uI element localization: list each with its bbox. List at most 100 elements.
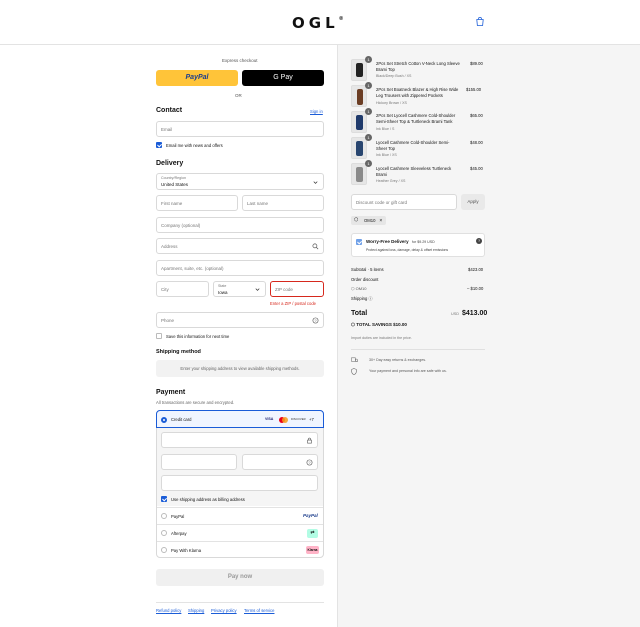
checkout-form: Express checkout PayPal G Pay OR Contact… (0, 45, 337, 627)
remove-tag-icon[interactable]: × (379, 218, 382, 224)
first-name-field[interactable]: First name (156, 195, 238, 211)
worry-free-price: for $9.29 USD (412, 239, 435, 244)
express-checkout-label: Express checkout (222, 58, 258, 63)
afterpay-icon: ⇄ (307, 528, 318, 538)
visa-icon: VISA (265, 416, 274, 421)
lock-icon (307, 437, 312, 444)
help-icon[interactable]: ? (312, 317, 319, 324)
discount-code-label: ⬡ OM10 (351, 286, 367, 291)
klarna-option[interactable]: Pay With Klarna Klarna (157, 541, 323, 558)
email-news-label: Email me with news and offers (166, 143, 223, 148)
product-thumbnail (351, 137, 367, 159)
zip-error-text: Enter a ZIP / postal code (270, 301, 317, 306)
apply-button[interactable]: Apply (461, 194, 485, 210)
address-field[interactable]: Address (156, 238, 324, 254)
item-price: $89.00 (470, 61, 483, 66)
order-discount-label: Order discount (351, 277, 379, 282)
item-variant: Heather Grey / XS (376, 179, 406, 183)
sign-in-link[interactable]: Sign in (310, 109, 323, 114)
klarna-radio[interactable] (161, 547, 167, 553)
billing-same-checkbox[interactable] (161, 496, 167, 502)
paypal-radio[interactable] (161, 513, 167, 519)
refund-policy-link[interactable]: Refund policy (156, 608, 181, 613)
company-field[interactable]: Company (optional) (156, 217, 324, 233)
discount-code-field[interactable]: Discount code or gift card (351, 194, 457, 210)
payment-subtitle: All transactions are secure and encrypte… (156, 400, 235, 405)
item-name: Lyocell Cashmere Sleeveless Turtleneck B… (376, 166, 452, 177)
product-thumbnail (351, 85, 367, 107)
delivery-heading: Delivery (156, 160, 184, 167)
product-thumbnail (351, 163, 367, 185)
item-variant: Ink Blue / S (376, 127, 395, 131)
footer-divider (156, 602, 324, 603)
help-icon[interactable]: ? (306, 459, 313, 466)
apartment-field[interactable]: Apartment, suite, etc. (optional) (156, 260, 324, 276)
card-number-field[interactable] (161, 432, 318, 448)
truck-icon (351, 357, 358, 362)
quantity-badge: 1 (365, 134, 372, 141)
brand-logo[interactable]: OGL® (292, 14, 344, 32)
tag-icon: ⬡ (354, 217, 359, 223)
info-icon[interactable]: ? (476, 238, 482, 244)
total-label: Total (351, 310, 368, 317)
shipping-label: Shipping ⓘ (351, 296, 373, 301)
or-divider: OR (235, 93, 242, 98)
save-info-checkbox[interactable] (156, 333, 162, 339)
item-price: $155.00 (466, 87, 482, 92)
item-price: $48.00 (470, 140, 483, 145)
item-variant: Ink Blue / XS (376, 153, 397, 157)
currency-label: USD (451, 312, 460, 316)
zip-field[interactable]: ZIP code (270, 281, 324, 297)
item-variant: Black/Deep Bush / XS (376, 74, 412, 78)
expiry-field[interactable] (161, 454, 237, 470)
save-info-label: Save this information for next time (166, 334, 230, 339)
security-code-field[interactable]: ? (242, 454, 318, 470)
quantity-badge: 1 (365, 56, 372, 63)
credit-card-label: Credit card (171, 417, 192, 422)
city-field[interactable]: City (156, 281, 209, 297)
name-on-card-field[interactable] (161, 475, 318, 491)
item-price: $45.00 (470, 166, 483, 171)
shipping-policy-link[interactable]: Shipping (188, 608, 204, 613)
paypal-logo: PayPal (303, 513, 318, 518)
klarna-logo: Klarna (306, 546, 319, 554)
afterpay-option[interactable]: Afterpay ⇄ (157, 524, 323, 541)
email-field[interactable]: Email (156, 121, 324, 137)
google-pay-button[interactable]: G Pay (242, 70, 324, 86)
mastercard-icon (279, 416, 288, 423)
pay-now-button[interactable]: Pay now (156, 569, 324, 586)
worry-free-delivery-card: Worry-Free Delivery for $9.29 USD Protec… (351, 233, 485, 257)
payment-heading: Payment (156, 389, 186, 396)
bag-icon[interactable] (476, 17, 484, 26)
paypal-express-button[interactable]: PayPal (156, 70, 238, 86)
phone-field[interactable]: Phone ? (156, 312, 324, 328)
shipping-method-heading: Shipping method (156, 349, 201, 355)
email-news-checkbox[interactable] (156, 142, 162, 148)
state-select[interactable]: State Iowa (213, 281, 266, 297)
paypal-option[interactable]: PayPal PayPal (157, 507, 323, 524)
privacy-policy-link[interactable]: Privacy policy (211, 608, 237, 613)
credit-card-option[interactable]: Credit card VISA DISCOVER +7 (156, 410, 324, 428)
quantity-badge: 1 (365, 108, 372, 115)
country-select[interactable]: Country/Region United States (156, 173, 324, 190)
terms-of-service-link[interactable]: Terms of service (244, 608, 274, 613)
total-value: $413.00 (462, 310, 488, 317)
credit-card-radio[interactable] (161, 416, 167, 423)
product-thumbnail (351, 59, 367, 81)
afterpay-radio[interactable] (161, 530, 167, 536)
worry-free-checkbox[interactable] (356, 239, 362, 245)
chevron-down-icon (313, 181, 318, 184)
subtotal-label: Subtotal · 5 items (351, 267, 384, 272)
last-name-field[interactable]: Last name (242, 195, 324, 211)
info-icon[interactable]: ⓘ (368, 296, 372, 301)
worry-free-subtitle: Protect against loss, damage, delay & of… (366, 248, 449, 252)
shipping-method-placeholder: Enter your shipping address to view avai… (156, 360, 324, 377)
secure-note: Your payment and personal info are safe … (369, 369, 447, 373)
product-thumbnail (351, 111, 367, 133)
discount-value: – $10.00 (467, 286, 484, 291)
total-savings: ⬡ TOTAL SAVINGS $10.00 (351, 322, 407, 327)
item-name: 2Pcs Set Boatneck Blazer & High Rise Wid… (376, 87, 459, 98)
contact-heading: Contact (156, 107, 183, 114)
search-icon (312, 243, 319, 250)
klarna-label: Pay With Klarna (171, 547, 202, 553)
